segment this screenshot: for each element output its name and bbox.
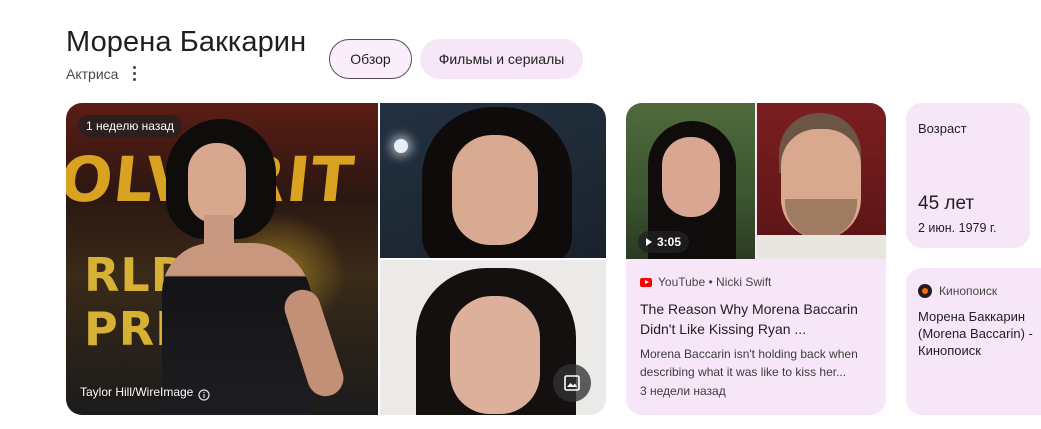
photo-figure-face xyxy=(452,135,538,245)
info-icon[interactable] xyxy=(198,389,210,401)
kinopoisk-icon xyxy=(918,284,932,298)
play-icon xyxy=(646,238,652,246)
kinopoisk-source: Кинопоиск xyxy=(918,284,997,298)
kinopoisk-link-text[interactable]: Морена Баккарин (Morena Baccarin) - Кино… xyxy=(918,308,1041,359)
video-source-label: YouTube • Nicki Swift xyxy=(658,275,772,289)
more-options-icon[interactable] xyxy=(127,63,141,83)
page-subtitle: Актриса xyxy=(66,66,119,82)
photo-figure-face xyxy=(188,143,246,223)
photo-time-badge: 1 неделю назад xyxy=(78,115,183,137)
main-photo[interactable]: OLVERIT RLD PREMIER 1 неделю назад Taylo… xyxy=(66,103,378,415)
thumb-figure-beard xyxy=(785,199,857,239)
video-duration: 3:05 xyxy=(657,235,682,249)
photo-top-right[interactable] xyxy=(380,103,606,258)
kinopoisk-source-label: Кинопоиск xyxy=(939,284,998,298)
image-icon xyxy=(564,375,580,391)
photo-light xyxy=(394,139,408,153)
page-title: Морена Баккарин xyxy=(66,26,307,58)
thumb-figure-shirt xyxy=(757,235,886,259)
tab-overview[interactable]: Обзор xyxy=(329,39,412,79)
age-card[interactable]: Возраст 45 лет 2 июн. 1979 г. xyxy=(906,103,1030,248)
video-duration-badge: 3:05 xyxy=(638,231,690,253)
video-title[interactable]: The Reason Why Morena Baccarin Didn't Li… xyxy=(640,299,876,339)
photo-grid: OLVERIT RLD PREMIER 1 неделю назад Taylo… xyxy=(66,103,606,415)
photo-credit: Taylor Hill/WireImage xyxy=(80,385,194,399)
video-card[interactable]: 3:05 YouTube • Nicki Swift The Reason Wh… xyxy=(626,103,886,415)
video-thumbnail-right xyxy=(757,103,886,259)
youtube-icon xyxy=(640,277,652,287)
image-search-button[interactable] xyxy=(553,364,591,402)
kinopoisk-card[interactable]: Кинопоиск Морена Баккарин (Morena Baccar… xyxy=(906,268,1041,415)
tab-films-and-series[interactable]: Фильмы и сериалы xyxy=(420,39,583,79)
photo-bottom-right[interactable] xyxy=(380,260,606,415)
thumb-figure-face xyxy=(662,137,720,217)
age-value: 45 лет xyxy=(918,193,975,214)
video-source: YouTube • Nicki Swift xyxy=(640,275,771,289)
age-label: Возраст xyxy=(918,121,967,136)
birth-date: 2 июн. 1979 г. xyxy=(918,221,997,235)
video-description: Morena Baccarin isn't holding back when … xyxy=(640,347,858,379)
video-date: 3 недели назад xyxy=(640,384,726,398)
photo-figure-face xyxy=(450,296,540,414)
